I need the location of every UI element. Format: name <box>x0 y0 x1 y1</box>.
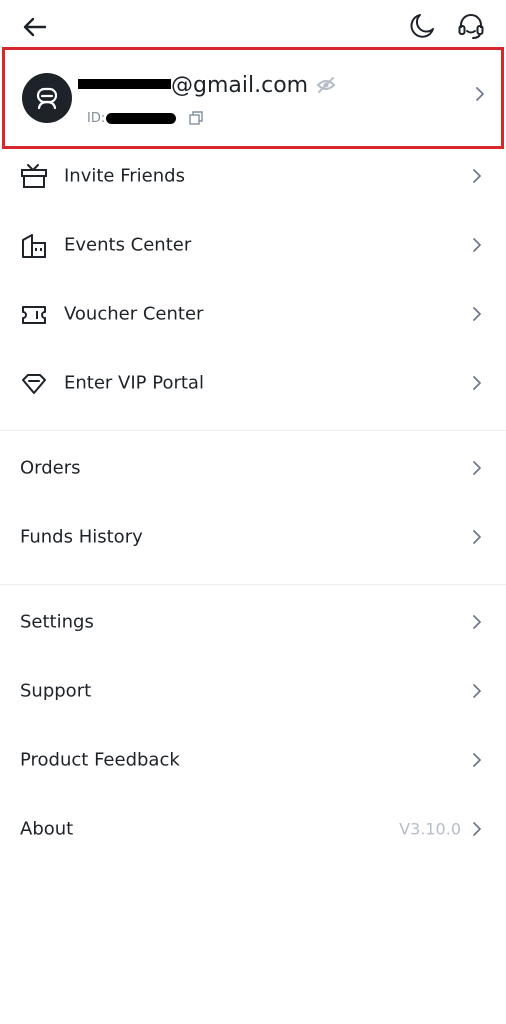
chevron-right-icon <box>476 87 484 101</box>
app-version: V3.10.0 <box>399 819 461 838</box>
back-button[interactable] <box>20 12 50 42</box>
chevron-right-icon <box>473 306 481 321</box>
menu-item-label: Product Feedback <box>20 749 180 770</box>
menu-item-label: About <box>20 818 74 839</box>
menu-item-settings[interactable]: Settings <box>0 587 506 656</box>
menu-item-funds-history[interactable]: Funds History <box>0 502 506 571</box>
email-row: @gmail.com <box>78 70 336 100</box>
email-text: @gmail.com <box>171 72 309 98</box>
uid-row: ID: <box>87 108 204 128</box>
menu-item-product-feedback[interactable]: Product Feedback <box>0 725 506 794</box>
chevron-right-icon <box>473 529 481 544</box>
avatar-robot-icon <box>36 87 58 110</box>
menu-item-label: Funds History <box>20 526 143 547</box>
chevron-right-icon <box>473 683 481 698</box>
section-divider <box>0 584 506 585</box>
menu-item-support[interactable]: Support <box>0 656 506 725</box>
building-icon <box>22 234 46 258</box>
menu-item-voucher-center[interactable]: Voucher Center <box>0 279 506 348</box>
menu-item-label: Settings <box>20 611 94 632</box>
menu-item-label: Orders <box>20 457 81 478</box>
menu-item-label: Invite Friends <box>64 165 185 186</box>
gift-box-icon <box>21 164 47 188</box>
uid-redaction <box>106 112 177 124</box>
theme-toggle-button[interactable] <box>408 12 436 40</box>
chevron-right-icon <box>473 168 481 183</box>
email-redaction <box>78 70 171 100</box>
avatar <box>22 73 72 123</box>
chevron-right-icon <box>473 375 481 390</box>
uid-label: ID: <box>87 110 106 126</box>
chevron-right-icon <box>473 237 481 252</box>
menu-item-about[interactable]: About V3.10.0 <box>0 794 506 863</box>
copy-icon[interactable] <box>188 110 204 126</box>
chevron-right-icon <box>473 614 481 629</box>
ticket-icon <box>22 306 46 324</box>
menu-item-invite-friends[interactable]: Invite Friends <box>0 141 506 210</box>
chevron-right-icon <box>473 752 481 767</box>
menu-item-label: Enter VIP Portal <box>64 372 204 393</box>
arrow-left-icon <box>23 17 47 37</box>
menu-item-events-center[interactable]: Events Center <box>0 210 506 279</box>
menu-item-label: Support <box>20 680 92 701</box>
moon-icon <box>410 14 434 38</box>
chevron-right-icon <box>473 821 481 836</box>
menu-item-orders[interactable]: Orders <box>0 433 506 502</box>
customer-support-button[interactable] <box>456 12 486 42</box>
chevron-right-icon <box>473 460 481 475</box>
diamond-icon <box>22 374 46 394</box>
profile-card[interactable]: @gmail.com ID: <box>2 47 504 149</box>
section-divider <box>0 430 506 431</box>
menu-item-label: Events Center <box>64 234 192 255</box>
top-bar <box>0 0 506 48</box>
menu-item-vip-portal[interactable]: Enter VIP Portal <box>0 348 506 417</box>
headset-icon <box>458 14 484 39</box>
eye-hidden-icon[interactable] <box>316 75 336 95</box>
menu-item-label: Voucher Center <box>64 303 204 324</box>
